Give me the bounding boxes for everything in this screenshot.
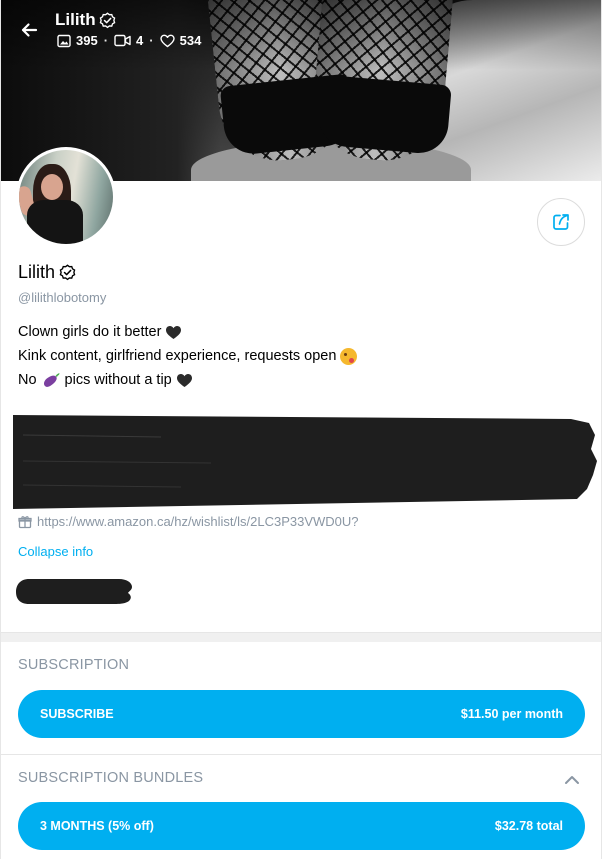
image-icon <box>57 34 71 47</box>
verified-icon <box>59 264 76 281</box>
back-button[interactable] <box>13 14 45 46</box>
divider <box>1 754 601 755</box>
videos-count: 4 <box>136 33 144 48</box>
face-tongue-icon <box>340 347 358 365</box>
avatar-image <box>19 150 113 244</box>
redaction-overlay <box>13 415 597 509</box>
profile-name: Lilith <box>18 262 76 283</box>
likes-stat: 534 <box>159 33 202 48</box>
bio-line-2: Kink content, girlfriend experience, req… <box>18 348 337 364</box>
eggplant-icon <box>43 373 60 387</box>
profile-handle: @lilithlobotomy <box>18 290 107 305</box>
collapse-info-button[interactable]: Collapse info <box>18 544 93 559</box>
wishlist-link-text: https://www.amazon.ca/hz/wishlist/ls/2LC… <box>37 514 359 529</box>
subscribe-price: $11.50 per month <box>460 707 563 721</box>
bundles-title: SUBSCRIPTION BUNDLES <box>18 770 204 786</box>
profile-page: Lilith 395 · 4 · 534 Lilith @lilithlobot… <box>0 0 602 859</box>
bio: Clown girls do it better Kink content, g… <box>18 320 358 392</box>
header-stats: 395 · 4 · 534 <box>57 33 201 48</box>
gift-icon <box>18 515 32 528</box>
avatar[interactable] <box>16 147 116 247</box>
heart-icon <box>159 34 175 47</box>
photos-count: 395 <box>76 33 98 48</box>
bio-line-1: Clown girls do it better <box>18 324 162 340</box>
photos-stat: 395 <box>57 33 98 48</box>
bundle-button[interactable]: 3 MONTHS (5% off) $32.78 total <box>18 802 585 850</box>
video-icon <box>114 34 131 47</box>
profile-name-text: Lilith <box>18 262 56 282</box>
bio-line-3-prefix: No <box>18 372 37 388</box>
wishlist-link[interactable]: https://www.amazon.ca/hz/wishlist/ls/2LC… <box>18 514 359 529</box>
black-heart-icon <box>166 325 182 339</box>
bio-line: Kink content, girlfriend experience, req… <box>18 344 358 368</box>
bundle-total: $32.78 total <box>494 819 563 833</box>
redaction-overlay-small <box>16 579 132 604</box>
share-button[interactable] <box>537 198 585 246</box>
likes-count: 534 <box>179 33 202 48</box>
videos-stat: 4 <box>114 33 143 48</box>
black-heart-icon <box>176 373 192 387</box>
subscription-title: SUBSCRIPTION <box>18 657 130 673</box>
subscribe-button[interactable]: SUBSCRIBE $11.50 per month <box>18 690 585 738</box>
section-separator <box>1 632 601 642</box>
bio-line-3-suffix: pics without a tip <box>64 372 172 388</box>
header-name-text: Lilith <box>55 10 96 29</box>
subscribe-label: SUBSCRIBE <box>40 707 114 721</box>
verified-icon <box>99 11 115 28</box>
top-bar: Lilith 395 · 4 · 534 <box>1 0 601 60</box>
bio-line: No pics without a tip <box>18 368 357 392</box>
header-name: Lilith <box>55 10 116 30</box>
share-icon <box>553 214 569 230</box>
chevron-up-icon[interactable] <box>562 770 582 790</box>
back-arrow-icon <box>21 23 38 37</box>
bio-line: Clown girls do it better <box>18 320 357 344</box>
bundle-label: 3 MONTHS (5% off) <box>40 819 154 833</box>
